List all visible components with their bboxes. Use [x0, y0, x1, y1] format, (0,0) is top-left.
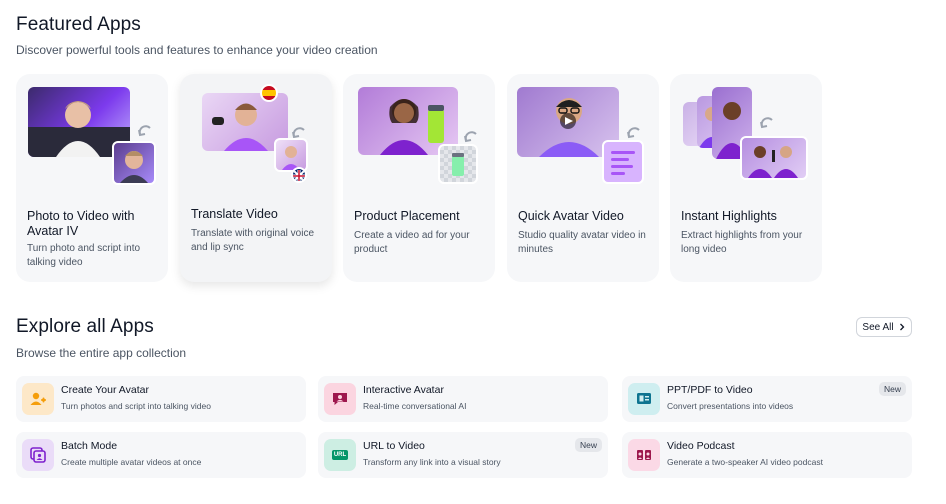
app-name: PPT/PDF to Video — [667, 384, 753, 396]
card-description: Studio quality avatar video in minutes — [518, 230, 646, 255]
app-description: Transform any link into a visual story — [363, 457, 501, 467]
url-icon: URL — [324, 439, 356, 471]
app-description: Real-time conversational AI — [363, 401, 467, 411]
featured-card-product-placement[interactable]: Product Placement Create a video ad for … — [343, 74, 495, 282]
card-title: Quick Avatar Video — [518, 209, 624, 223]
app-interactive-avatar[interactable]: Interactive Avatar Real-time conversatio… — [318, 376, 608, 422]
batch-icon — [22, 439, 54, 471]
curved-arrow-icon — [760, 117, 773, 129]
card-title: Photo to Video with Avatar IV — [27, 209, 135, 238]
explore-subtitle: Browse the entire app collection — [16, 346, 187, 360]
app-description: Turn photos and script into talking vide… — [61, 401, 211, 411]
presentation-icon — [628, 383, 660, 415]
new-badge: New — [574, 438, 602, 452]
see-all-label: See All — [862, 321, 894, 333]
spain-flag-icon — [260, 84, 278, 102]
explore-title: Explore all Apps — [16, 316, 154, 337]
card-highlight-image — [740, 136, 808, 180]
card-description: Extract highlights from your long video — [681, 230, 803, 255]
app-name: URL to Video — [363, 440, 425, 452]
featured-title: Featured Apps — [16, 14, 141, 35]
card-product-image — [438, 144, 478, 184]
app-url-to-video[interactable]: URL URL to Video Transform any link into… — [318, 432, 608, 478]
curved-arrow-icon — [138, 125, 151, 137]
see-all-button[interactable]: See All — [856, 317, 912, 337]
app-name: Interactive Avatar — [363, 384, 444, 396]
card-translated-image — [274, 138, 308, 172]
app-description: Generate a two-speaker AI video podcast — [667, 457, 823, 467]
card-photo-image — [112, 141, 156, 185]
chat-avatar-icon — [324, 383, 356, 415]
new-badge: New — [878, 382, 906, 396]
app-description: Create multiple avatar videos at once — [61, 457, 202, 467]
card-description: Translate with original voice and lip sy… — [191, 228, 315, 253]
card-description: Turn photo and script into talking video — [27, 243, 141, 268]
card-description: Create a video ad for your product — [354, 230, 470, 255]
featured-card-quick-avatar-video[interactable]: Quick Avatar Video Studio quality avatar… — [507, 74, 659, 282]
app-batch-mode[interactable]: Batch Mode Create multiple avatar videos… — [16, 432, 306, 478]
featured-card-translate-video[interactable]: Translate Video Translate with original … — [180, 74, 332, 282]
script-document-icon — [602, 140, 644, 184]
app-video-podcast[interactable]: Video Podcast Generate a two-speaker AI … — [622, 432, 912, 478]
featured-card-photo-to-video[interactable]: Photo to Video with Avatar IV Turn photo… — [16, 74, 168, 282]
card-title: Product Placement — [354, 209, 460, 223]
app-create-your-avatar[interactable]: Create Your Avatar Turn photos and scrip… — [16, 376, 306, 422]
featured-card-instant-highlights[interactable]: Instant Highlights Extract highlights fr… — [670, 74, 822, 282]
app-description: Convert presentations into videos — [667, 401, 794, 411]
url-icon-label: URL — [331, 450, 349, 460]
app-name: Video Podcast — [667, 440, 735, 452]
uk-flag-icon — [291, 167, 307, 183]
app-name: Create Your Avatar — [61, 384, 149, 396]
chevron-right-icon — [899, 323, 904, 331]
card-title: Instant Highlights — [681, 209, 777, 223]
app-ppt-pdf-to-video[interactable]: PPT/PDF to Video Convert presentations i… — [622, 376, 912, 422]
card-title: Translate Video — [191, 207, 278, 221]
app-name: Batch Mode — [61, 440, 118, 452]
avatar-icon — [22, 383, 54, 415]
podcast-icon — [628, 439, 660, 471]
featured-subtitle: Discover powerful tools and features to … — [16, 43, 378, 57]
